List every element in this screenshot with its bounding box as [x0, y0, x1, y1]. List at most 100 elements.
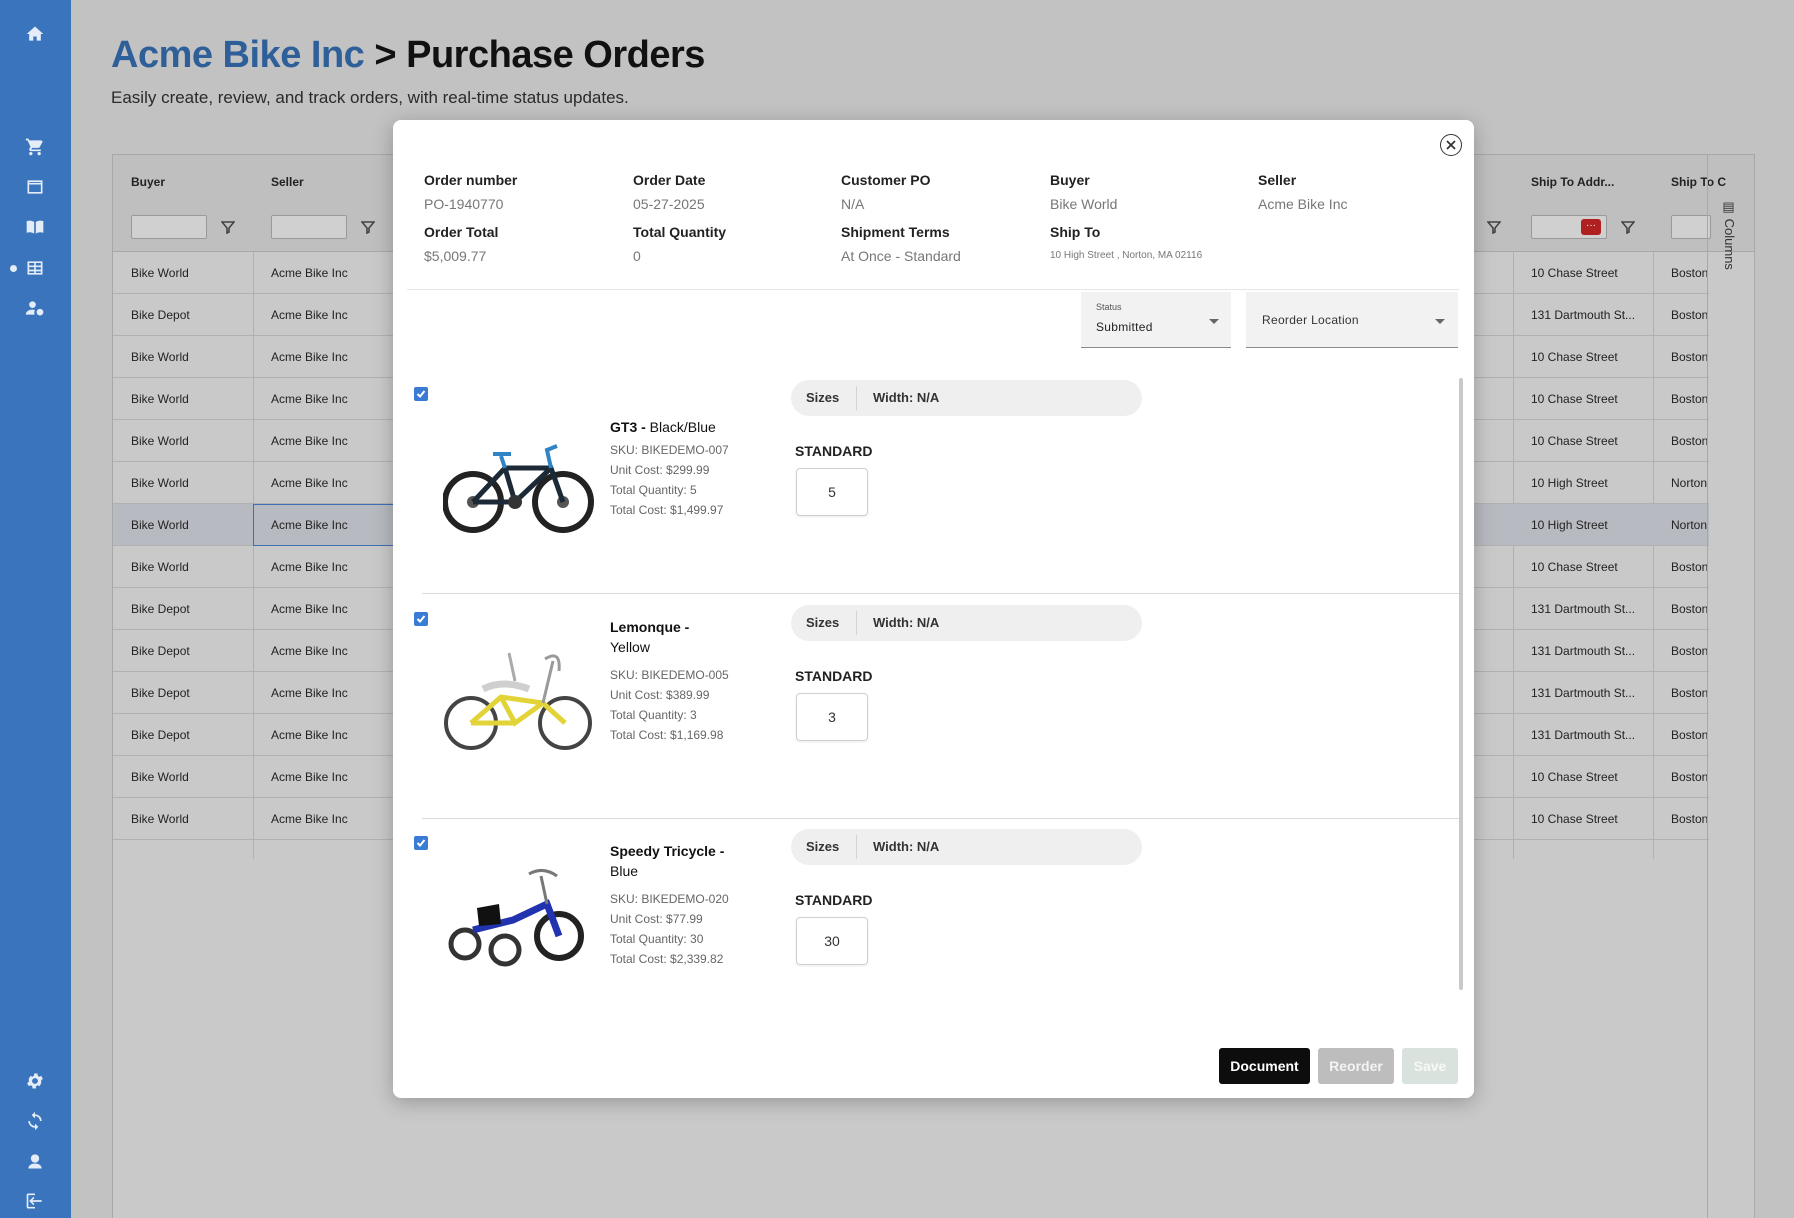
- cell-buyer: Bike World: [131, 392, 189, 406]
- cell-ship-to-city: Boston: [1671, 644, 1709, 658]
- shipment-terms-field: Shipment Terms At Once - Standard: [841, 224, 961, 264]
- filter-menu-chip[interactable]: ···: [1581, 219, 1601, 235]
- selected-cell[interactable]: [253, 504, 394, 546]
- order-detail-modal: Order number PO-1940770 Order Date 05-27…: [393, 120, 1474, 1098]
- line-items-list: GT3 - Black/Blue SKU: BIKEDEMO-007 Unit …: [393, 370, 1474, 1000]
- reorder-button[interactable]: Reorder: [1318, 1048, 1394, 1084]
- cell-ship-to-address: 10 Chase Street: [1531, 770, 1618, 784]
- column-header-ship-to-address[interactable]: Ship To Addr...: [1531, 175, 1614, 189]
- cell-ship-to-address: 10 Chase Street: [1531, 560, 1618, 574]
- bike-image: [444, 652, 592, 750]
- cell-buyer: Bike Depot: [131, 644, 190, 658]
- cell-buyer: Bike Depot: [131, 728, 190, 742]
- ship-to-city-filter-input[interactable]: [1671, 215, 1711, 239]
- document-button[interactable]: Document: [1219, 1048, 1310, 1084]
- line-item: Speedy Tricycle - Blue SKU: BIKEDEMO-020 …: [393, 819, 1459, 1043]
- cell-buyer: Bike World: [131, 476, 189, 490]
- cell-seller: Acme Bike Inc: [271, 560, 348, 574]
- ship-to-field: Ship To 10 High Street , Norton, MA 0211…: [1050, 224, 1203, 261]
- size-label: STANDARD: [795, 443, 873, 459]
- seller-field: Seller Acme Bike Inc: [1258, 172, 1348, 212]
- cell-ship-to-city: Boston: [1671, 434, 1709, 448]
- item-checkbox[interactable]: [414, 836, 428, 850]
- cell-seller: Acme Bike Inc: [271, 308, 348, 322]
- line-item: GT3 - Black/Blue SKU: BIKEDEMO-007 Unit …: [393, 370, 1459, 594]
- cell-ship-to-city: Boston: [1671, 392, 1709, 406]
- product-name: GT3 - Black/Blue: [610, 419, 716, 435]
- filter-icon[interactable]: [1486, 220, 1502, 235]
- save-button[interactable]: Save: [1402, 1048, 1458, 1084]
- buyer-field: Buyer Bike World: [1050, 172, 1118, 212]
- product-details: SKU: BIKEDEMO-020 Unit Cost: $77.99 Tota…: [610, 892, 729, 966]
- sizes-bar: Sizes Width: N/A: [791, 380, 1142, 416]
- cell-ship-to-address: 10 High Street: [1531, 476, 1608, 490]
- line-item: Lemonque - Yellow SKU: BIKEDEMO-005 Unit …: [393, 595, 1459, 819]
- user-settings-icon[interactable]: [23, 296, 47, 320]
- order-total-field: Order Total $5,009.77: [424, 224, 499, 264]
- sizes-tab[interactable]: Sizes: [806, 615, 839, 630]
- sizes-tab[interactable]: Sizes: [806, 390, 839, 405]
- header-divider: [407, 289, 1459, 290]
- cell-ship-to-address: 10 Chase Street: [1531, 266, 1618, 280]
- seller-filter-input[interactable]: [271, 215, 347, 239]
- cell-ship-to-address: 131 Dartmouth St...: [1531, 644, 1636, 658]
- quantity-input[interactable]: 5: [796, 468, 868, 516]
- scrollbar[interactable]: [1459, 378, 1463, 990]
- column-header-buyer[interactable]: Buyer: [131, 175, 165, 189]
- cell-ship-to-city: Boston: [1671, 728, 1709, 742]
- cell-ship-to-address: 131 Dartmouth St...: [1531, 308, 1636, 322]
- order-date-field: Order Date 05-27-2025: [633, 172, 706, 212]
- cart-icon[interactable]: [23, 135, 47, 159]
- cell-buyer: Bike World: [131, 266, 189, 280]
- sidebar: [0, 0, 71, 1218]
- filter-icon[interactable]: [360, 220, 376, 235]
- total-quantity-field: Total Quantity 0: [633, 224, 727, 264]
- check-icon: [416, 839, 426, 847]
- columns-panel-tab[interactable]: [1707, 155, 1756, 1218]
- close-button[interactable]: [1440, 134, 1462, 156]
- sizes-tab[interactable]: Sizes: [806, 839, 839, 854]
- check-icon: [416, 615, 426, 623]
- item-checkbox[interactable]: [414, 387, 428, 401]
- status-select[interactable]: Status Submitted: [1081, 292, 1231, 348]
- book-icon[interactable]: [23, 215, 47, 239]
- logout-icon[interactable]: [23, 1189, 47, 1213]
- cell-buyer: Bike World: [131, 812, 189, 826]
- size-label: STANDARD: [795, 892, 873, 908]
- table-icon[interactable]: [23, 256, 47, 280]
- product-name: Speedy Tricycle - Blue: [610, 843, 725, 879]
- item-checkbox[interactable]: [414, 612, 428, 626]
- cell-seller: Acme Bike Inc: [271, 476, 348, 490]
- cell-buyer: Bike World: [131, 518, 189, 532]
- support-icon[interactable]: [23, 1149, 47, 1173]
- cell-seller: Acme Bike Inc: [271, 812, 348, 826]
- browser-icon[interactable]: [23, 175, 47, 199]
- quantity-input[interactable]: 30: [796, 917, 868, 965]
- cell-seller: Acme Bike Inc: [271, 686, 348, 700]
- cell-seller: Acme Bike Inc: [271, 770, 348, 784]
- column-header-seller[interactable]: Seller: [271, 175, 304, 189]
- quantity-input[interactable]: 3: [796, 693, 868, 741]
- refresh-icon[interactable]: [23, 1109, 47, 1133]
- bike-image: [443, 444, 594, 533]
- filter-icon[interactable]: [1620, 220, 1636, 235]
- cell-buyer: Bike Depot: [131, 686, 190, 700]
- cell-seller: Acme Bike Inc: [271, 728, 348, 742]
- filter-icon[interactable]: [220, 220, 236, 235]
- home-icon[interactable]: [23, 22, 47, 46]
- brand-link[interactable]: Acme Bike Inc: [111, 34, 365, 76]
- reorder-location-select[interactable]: Reorder Location: [1246, 292, 1458, 348]
- cell-ship-to-address: 10 Chase Street: [1531, 812, 1618, 826]
- cell-seller: Acme Bike Inc: [271, 434, 348, 448]
- cell-buyer: Bike Depot: [131, 602, 190, 616]
- size-label: STANDARD: [795, 668, 873, 684]
- gear-icon[interactable]: [23, 1069, 47, 1093]
- cell-ship-to-address: 10 High Street: [1531, 518, 1608, 532]
- width-label: Width: N/A: [873, 839, 940, 854]
- cell-seller: Acme Bike Inc: [271, 602, 348, 616]
- cell-ship-to-address: 131 Dartmouth St...: [1531, 686, 1636, 700]
- columns-tab-label[interactable]: ▤ Columns: [1722, 200, 1737, 270]
- width-label: Width: N/A: [873, 390, 940, 405]
- buyer-filter-input[interactable]: [131, 215, 207, 239]
- cell-ship-to-city: Boston: [1671, 350, 1709, 364]
